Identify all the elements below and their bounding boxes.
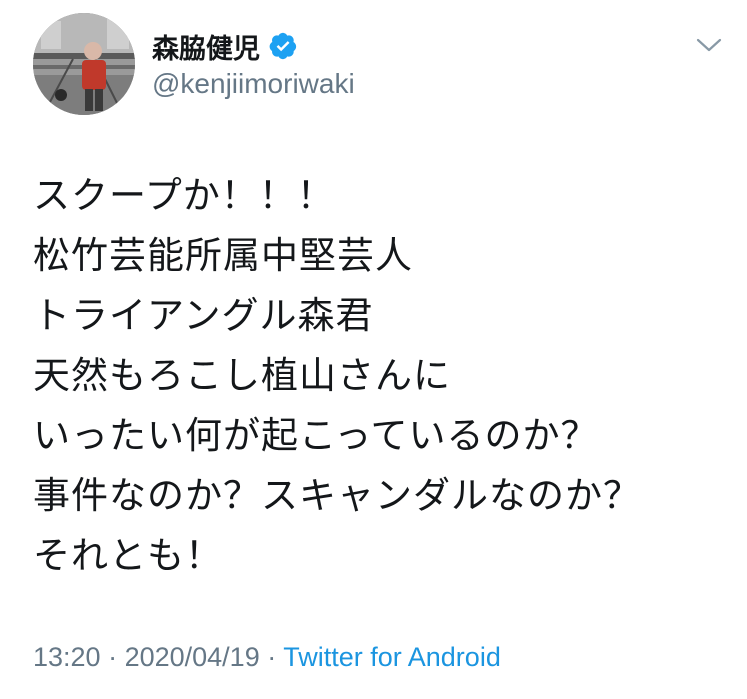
avatar[interactable]	[33, 13, 135, 115]
profile-photo	[33, 13, 135, 115]
tweet-text: スクープか！！！ 松竹芸能所属中堅芸人 トライアングル森君 天然もろこし植山さん…	[33, 166, 733, 586]
chevron-down-icon[interactable]	[694, 35, 724, 55]
tweet-line: 天然もろこし植山さんに	[33, 354, 451, 397]
tweet-line: 事件なのか？スキャンダルなのか？	[33, 474, 641, 517]
meta-separator: ·	[259, 642, 284, 672]
tweet-date[interactable]: 2020/04/19	[125, 642, 260, 672]
tweet-card: 森脇健児 @kenjiimoriwaki スクープか！！！ 松竹芸能所属中堅芸人…	[0, 0, 747, 699]
author-display-name[interactable]: 森脇健児	[152, 27, 260, 66]
tweet-line: 松竹芸能所属中堅芸人	[33, 234, 413, 277]
tweet-line: スクープか！！！	[33, 174, 335, 217]
meta-separator: ·	[100, 642, 125, 672]
tweet-source-link[interactable]: Twitter for Android	[283, 642, 501, 672]
author-name-row[interactable]: 森脇健児	[152, 26, 298, 66]
author-handle[interactable]: @kenjiimoriwaki	[152, 68, 355, 100]
verified-badge-icon	[268, 31, 298, 61]
tweet-line: それとも！	[33, 534, 223, 577]
tweet-time[interactable]: 13:20	[33, 642, 101, 672]
tweet-meta: 13:20 · 2020/04/19 · Twitter for Android	[33, 642, 501, 673]
tweet-line: いったい何が起こっているのか？	[33, 414, 599, 457]
tweet-line: トライアングル森君	[33, 294, 374, 337]
